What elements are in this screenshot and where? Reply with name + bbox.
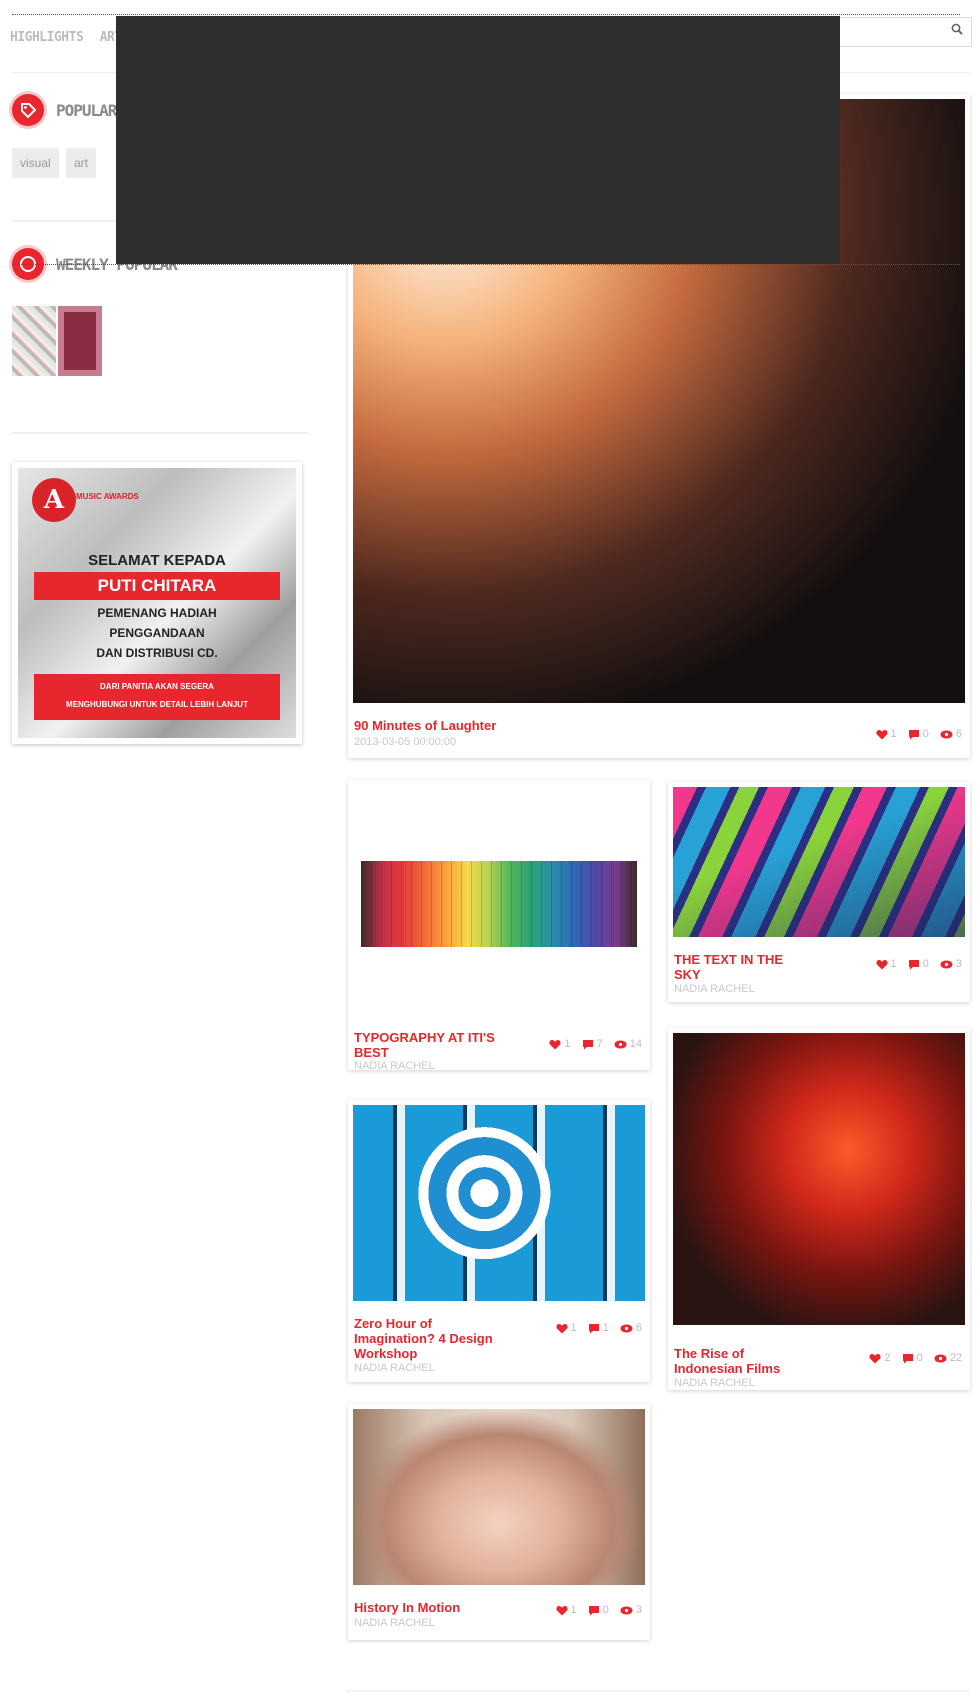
banner-note: DARI PANITIA AKAN SEGERA MENGHUBUNGI UNT…: [34, 674, 280, 720]
heart-icon[interactable]: [875, 729, 888, 740]
tag-icon: [12, 94, 44, 126]
post-author-text-in-the-sky[interactable]: NADIA RACHEL: [674, 983, 755, 995]
post-title-typography[interactable]: TYPOGRAPHY AT ITI'S BEST: [354, 1030, 504, 1060]
post-stats-text-in-the-sky: 1 0 3: [868, 958, 962, 970]
like-count: 1: [570, 1604, 577, 1616]
comment-count: 0: [916, 1352, 923, 1364]
weekly-thumb-window[interactable]: [58, 306, 102, 376]
post-title-history-in-motion[interactable]: History In Motion: [354, 1600, 460, 1615]
overlay-dotted-border: [12, 264, 960, 265]
banner-note-2: MENGHUBUNGI UNTUK DETAIL LEBIH LANJUT: [66, 700, 248, 709]
comment-icon[interactable]: [908, 729, 920, 740]
view-count: 3: [955, 958, 962, 970]
post-title-zero-hour[interactable]: Zero Hour of Imagination? 4 Design Works…: [354, 1316, 504, 1361]
view-count: 22: [949, 1352, 962, 1364]
post-stats-typography: 1 7 14: [541, 1038, 642, 1050]
eye-icon: [940, 960, 953, 969]
post-card-indonesian-films[interactable]: The Rise of Indonesian Films NADIA RACHE…: [668, 1028, 970, 1390]
post-card-zero-hour[interactable]: Zero Hour of Imagination? 4 Design Works…: [348, 1100, 650, 1382]
like-count: 1: [890, 728, 897, 740]
heart-icon[interactable]: [875, 959, 888, 970]
post-title-indonesian-films[interactable]: The Rise of Indonesian Films: [674, 1346, 804, 1376]
tag-art[interactable]: art: [66, 148, 97, 178]
banner-note-1: DARI PANITIA AKAN SEGERA: [100, 682, 214, 691]
banner-line-2: PEMENANG HADIAH: [97, 606, 217, 620]
like-count: 2: [884, 1352, 891, 1364]
post-card-typography[interactable]: TYPOGRAPHY AT ITI'S BEST NADIA RACHEL 1 …: [348, 780, 650, 1072]
footer-separator: [346, 1690, 970, 1692]
post-author-zero-hour[interactable]: NADIA RACHEL: [354, 1362, 435, 1374]
comment-icon[interactable]: [588, 1605, 600, 1616]
post-title-text-in-the-sky[interactable]: THE TEXT IN THE SKY: [674, 952, 804, 982]
banner-line-3: PENGGANDAAN: [109, 626, 205, 640]
banner-name: PUTI CHITARA: [34, 572, 280, 600]
comment-count: 0: [922, 728, 929, 740]
eye-icon: [940, 730, 953, 739]
featured-post-title[interactable]: 90 Minutes of Laughter: [354, 718, 496, 733]
music-awards-logo: A: [32, 478, 76, 522]
post-author-indonesian-films[interactable]: NADIA RACHEL: [674, 1377, 755, 1389]
comment-count: 0: [602, 1604, 609, 1616]
view-count: 3: [635, 1604, 642, 1616]
heart-icon[interactable]: [555, 1605, 568, 1616]
heart-icon[interactable]: [555, 1323, 568, 1334]
comment-icon[interactable]: [588, 1323, 600, 1334]
post-stats-indonesian-films: 2 0 22: [861, 1352, 962, 1364]
comment-count: 0: [922, 958, 929, 970]
popular-tags-title: POPULAR: [56, 101, 117, 120]
eye-icon: [614, 1040, 627, 1049]
heart-icon[interactable]: [549, 1039, 561, 1050]
like-count: 1: [570, 1322, 577, 1334]
overlay-panel[interactable]: [116, 16, 840, 264]
comment-icon[interactable]: [902, 1353, 914, 1364]
comment-count: 7: [596, 1038, 603, 1050]
post-image-swirl[interactable]: [353, 1105, 645, 1301]
view-count: 6: [955, 728, 962, 740]
post-card-text-in-the-sky[interactable]: THE TEXT IN THE SKY NADIA RACHEL 1 0 3: [668, 782, 970, 1002]
featured-post-date: 2013-03-05 00:00:00: [354, 736, 457, 748]
comment-icon[interactable]: [582, 1039, 594, 1050]
sidebar-separator-2: [12, 432, 308, 434]
promo-banner[interactable]: A MUSIC AWARDS SELAMAT KEPADA PUTI CHITA…: [12, 462, 302, 744]
search-icon[interactable]: [951, 23, 963, 35]
post-image-bench[interactable]: [673, 787, 965, 937]
tag-visual[interactable]: visual: [12, 148, 59, 178]
like-count: 1: [890, 958, 897, 970]
nav-item-highlights[interactable]: HIGHLIGHTS: [10, 30, 84, 45]
post-author-history-in-motion[interactable]: NADIA RACHEL: [354, 1617, 435, 1629]
post-stats-history-in-motion: 1 0 3: [548, 1604, 642, 1616]
post-stats-zero-hour: 1 1 6: [548, 1322, 642, 1334]
post-card-history-in-motion[interactable]: History In Motion NADIA RACHEL 1 0 3: [348, 1404, 650, 1640]
banner-line-1: SELAMAT KEPADA: [88, 552, 226, 569]
eye-icon: [934, 1354, 947, 1363]
featured-post-stats: 1 0 6: [868, 728, 962, 740]
like-count: 1: [564, 1038, 571, 1050]
top-dotted-border: [12, 14, 960, 15]
comment-count: 1: [602, 1322, 609, 1334]
banner-brand: MUSIC AWARDS: [76, 492, 139, 501]
heart-icon[interactable]: [869, 1353, 881, 1364]
eye-icon: [620, 1324, 633, 1333]
weekly-thumb-pattern[interactable]: [12, 306, 56, 376]
view-count: 14: [629, 1038, 642, 1050]
comment-icon[interactable]: [908, 959, 920, 970]
search-box[interactable]: [838, 17, 972, 47]
post-image-crayons[interactable]: [353, 785, 645, 985]
post-image-abstract[interactable]: [673, 1033, 965, 1325]
view-count: 6: [635, 1322, 642, 1334]
post-image-portrait[interactable]: [353, 1409, 645, 1585]
post-author-typography[interactable]: NADIA RACHEL: [354, 1060, 435, 1072]
eye-icon: [620, 1606, 633, 1615]
banner-line-4: DAN DISTRIBUSI CD.: [96, 646, 218, 660]
